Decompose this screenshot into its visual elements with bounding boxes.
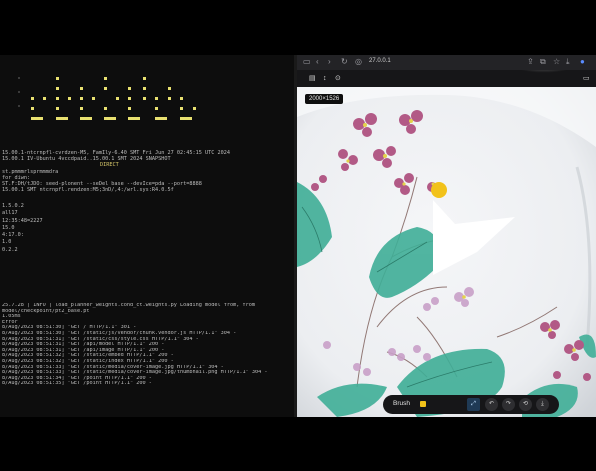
browser-toolbar: ▭ ‹ › ↻ ◎ 27.0.0.1 ⇪ ⧉ ☆ ⤓ ● — [297, 55, 596, 70]
info-icon[interactable]: ⊙ — [335, 74, 341, 83]
terminal-line: 15.0 — [2, 224, 15, 231]
forward-icon[interactable]: › — [328, 57, 331, 67]
header-glow — [509, 70, 579, 84]
sidebar-toggle-icon[interactable]: ▭ — [303, 57, 311, 67]
plate-image[interactable] — [297, 87, 596, 417]
image-canvas[interactable]: 2000×1526 Brush ⤢ ↶ ↷ ⟲ ⤓ — [297, 87, 596, 417]
settings-icon[interactable]: ↕ — [323, 74, 327, 83]
system-info-output: 15.00.1-ntcrnpfl-cvrdzen-M5, FamIly-6.40… — [2, 150, 294, 193]
undo-icon[interactable]: ↶ — [485, 398, 498, 411]
ascii-banner — [18, 77, 196, 120]
expand-icon[interactable]: ⤢ — [467, 398, 480, 411]
terminal-line: 1.5.0.2 — [2, 203, 24, 209]
terminal-line: 0.2.2 — [2, 246, 18, 253]
brush-color-swatch[interactable] — [420, 401, 426, 407]
lock-icon: ◎ — [355, 57, 362, 66]
share-icon[interactable]: ⇪ — [527, 57, 534, 67]
reload-icon[interactable]: ↻ — [341, 57, 348, 67]
terminal-line: all17 — [2, 210, 18, 217]
terminal-line: 15.00.1 SMT ntcrnpfl.rendzen:M5;3nD/,4:/… — [2, 187, 174, 194]
terminal-line: 8/Aug/2023 08:51:35] "GET /point HTTP/1.… — [2, 381, 152, 387]
command-output: 1.5.0.2 all17 12:35:48=2227 15.0 4:17.0:… — [2, 203, 292, 254]
page-header: ▤ ↕ ⊙ ▭ — [297, 70, 596, 87]
resolution-badge: 2000×1526 — [305, 94, 344, 104]
brush-cursor — [431, 182, 447, 198]
download-icon[interactable]: ⤓ — [536, 398, 549, 411]
brush-label: Brush — [393, 400, 410, 407]
control-toolbar: Brush ⤢ ↶ ↷ ⟲ ⤓ — [383, 395, 559, 414]
menu-icon[interactable]: ▤ — [309, 74, 316, 83]
back-icon[interactable]: ‹ — [316, 57, 319, 67]
terminal-line: 4:17.0: — [2, 232, 24, 239]
window-icon[interactable]: ▭ — [583, 74, 590, 83]
terminal-line: 1.0 — [2, 239, 12, 246]
terminal-line: 12:35:48=2227 — [2, 217, 43, 224]
reset-icon[interactable]: ⟲ — [519, 398, 532, 411]
address-bar[interactable]: 27.0.0.1 — [369, 58, 391, 64]
server-log: 25.7.28 | INFO | load_planner_weights.co… — [2, 303, 292, 387]
bookmark-icon[interactable]: ☆ — [553, 57, 560, 67]
downloads-icon[interactable]: ⤓ — [566, 57, 570, 67]
terminal-pane[interactable]: 15.00.1-ntcrnpfl-cvrdzen-M5, FamIly-6.40… — [0, 55, 294, 417]
browser-pane: ▭ ‹ › ↻ ◎ 27.0.0.1 ⇪ ⧉ ☆ ⤓ ● ▤ ↕ ⊙ ▭ 200… — [297, 55, 596, 417]
profile-icon[interactable]: ● — [580, 57, 585, 67]
extensions-icon[interactable]: ⧉ — [540, 57, 546, 67]
redo-icon[interactable]: ↷ — [502, 398, 515, 411]
